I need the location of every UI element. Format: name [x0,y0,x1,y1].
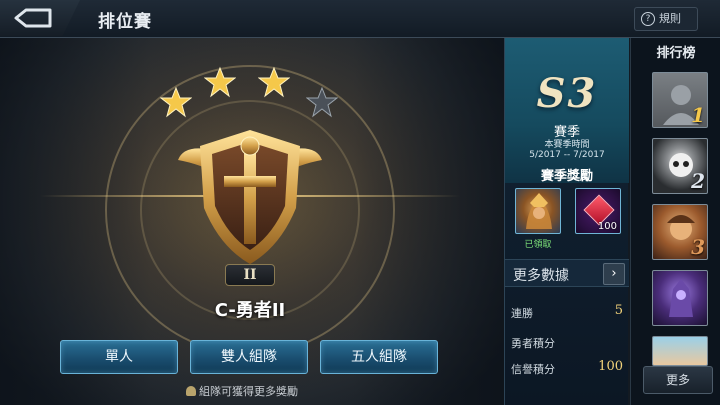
help-icon: ? [641,12,655,26]
star-icon-3 [258,66,290,98]
stat-label: 連勝 [511,307,533,320]
page-title: 排位賽 [98,12,152,32]
season-panel: S3 賽季 本賽季時間 5/2017 -- 7/2017 賽季獎勵 100 已領… [504,38,629,405]
leaderboard-entry-2[interactable]: 2 [652,138,708,194]
leaderboard-entry-5[interactable] [652,336,708,366]
rank-name: C-勇者II [214,300,286,321]
season-rewards-title: 賽季獎勵 [540,169,593,184]
team-icon [186,386,196,396]
leaderboard-more-button[interactable]: 更多 [643,366,713,394]
stat-value: 5 [614,303,623,318]
hero-portrait-icon [526,193,552,229]
stat-value: 100 [598,359,623,374]
stat-row-credit-points: 信譽積分 100 [505,358,629,380]
rank-number: 1 [691,103,705,127]
stat-row-brave-points: 勇者積分 [505,332,629,354]
more-data-label: 更多數據 [513,268,569,284]
hint-text: 組隊可獲得更多獎勵 [199,385,298,398]
stat-row-win-streak: 連勝 5 [505,302,629,324]
reward-hero-portrait[interactable] [515,188,561,234]
more-data-button[interactable]: 更多數據 › [505,259,629,287]
back-button[interactable] [0,0,80,36]
stat-label: 勇者積分 [511,337,555,350]
armored-hero-avatar-icon [669,279,693,317]
leaderboard-title: 排行榜 [656,46,696,61]
chevron-right-icon: › [603,263,625,285]
rank-number: 2 [691,169,705,193]
star-icon-2 [204,66,236,98]
team-bonus-hint: 組隊可獲得更多獎勵 [186,383,298,399]
rank-number: 3 [691,235,705,259]
season-dates: 5/2017 -- 7/2017 [529,150,605,160]
back-arrow-icon [14,8,52,28]
five-stack-queue-button[interactable]: 五人組隊 [320,340,438,374]
rules-button[interactable]: ? 規則 [634,7,698,31]
rank-emblem-icon [178,130,322,264]
reward-gem-count: 100 [597,221,617,232]
reward-claimed-label: 已領取 [524,240,552,250]
leaderboard-entry-3[interactable]: 3 [652,204,708,260]
reward-gem[interactable]: 100 [575,188,621,234]
top-bar: 排位賽 ? 規則 [0,0,720,38]
season-code: S3 [536,70,598,117]
rules-label: 規則 [659,12,681,25]
duo-queue-button[interactable]: 雙人組隊 [190,340,308,374]
stat-label: 信譽積分 [511,363,555,376]
leaderboard-entry-4[interactable] [652,270,708,326]
leaderboard-panel: 排行榜 1 2 3 更多 [630,38,720,405]
solo-queue-button[interactable]: 單人 [60,340,178,374]
leaderboard-entry-1[interactable]: 1 [652,72,708,128]
season-subtitle: 本賽季時間 [544,140,590,150]
tier-badge: II [225,264,275,286]
